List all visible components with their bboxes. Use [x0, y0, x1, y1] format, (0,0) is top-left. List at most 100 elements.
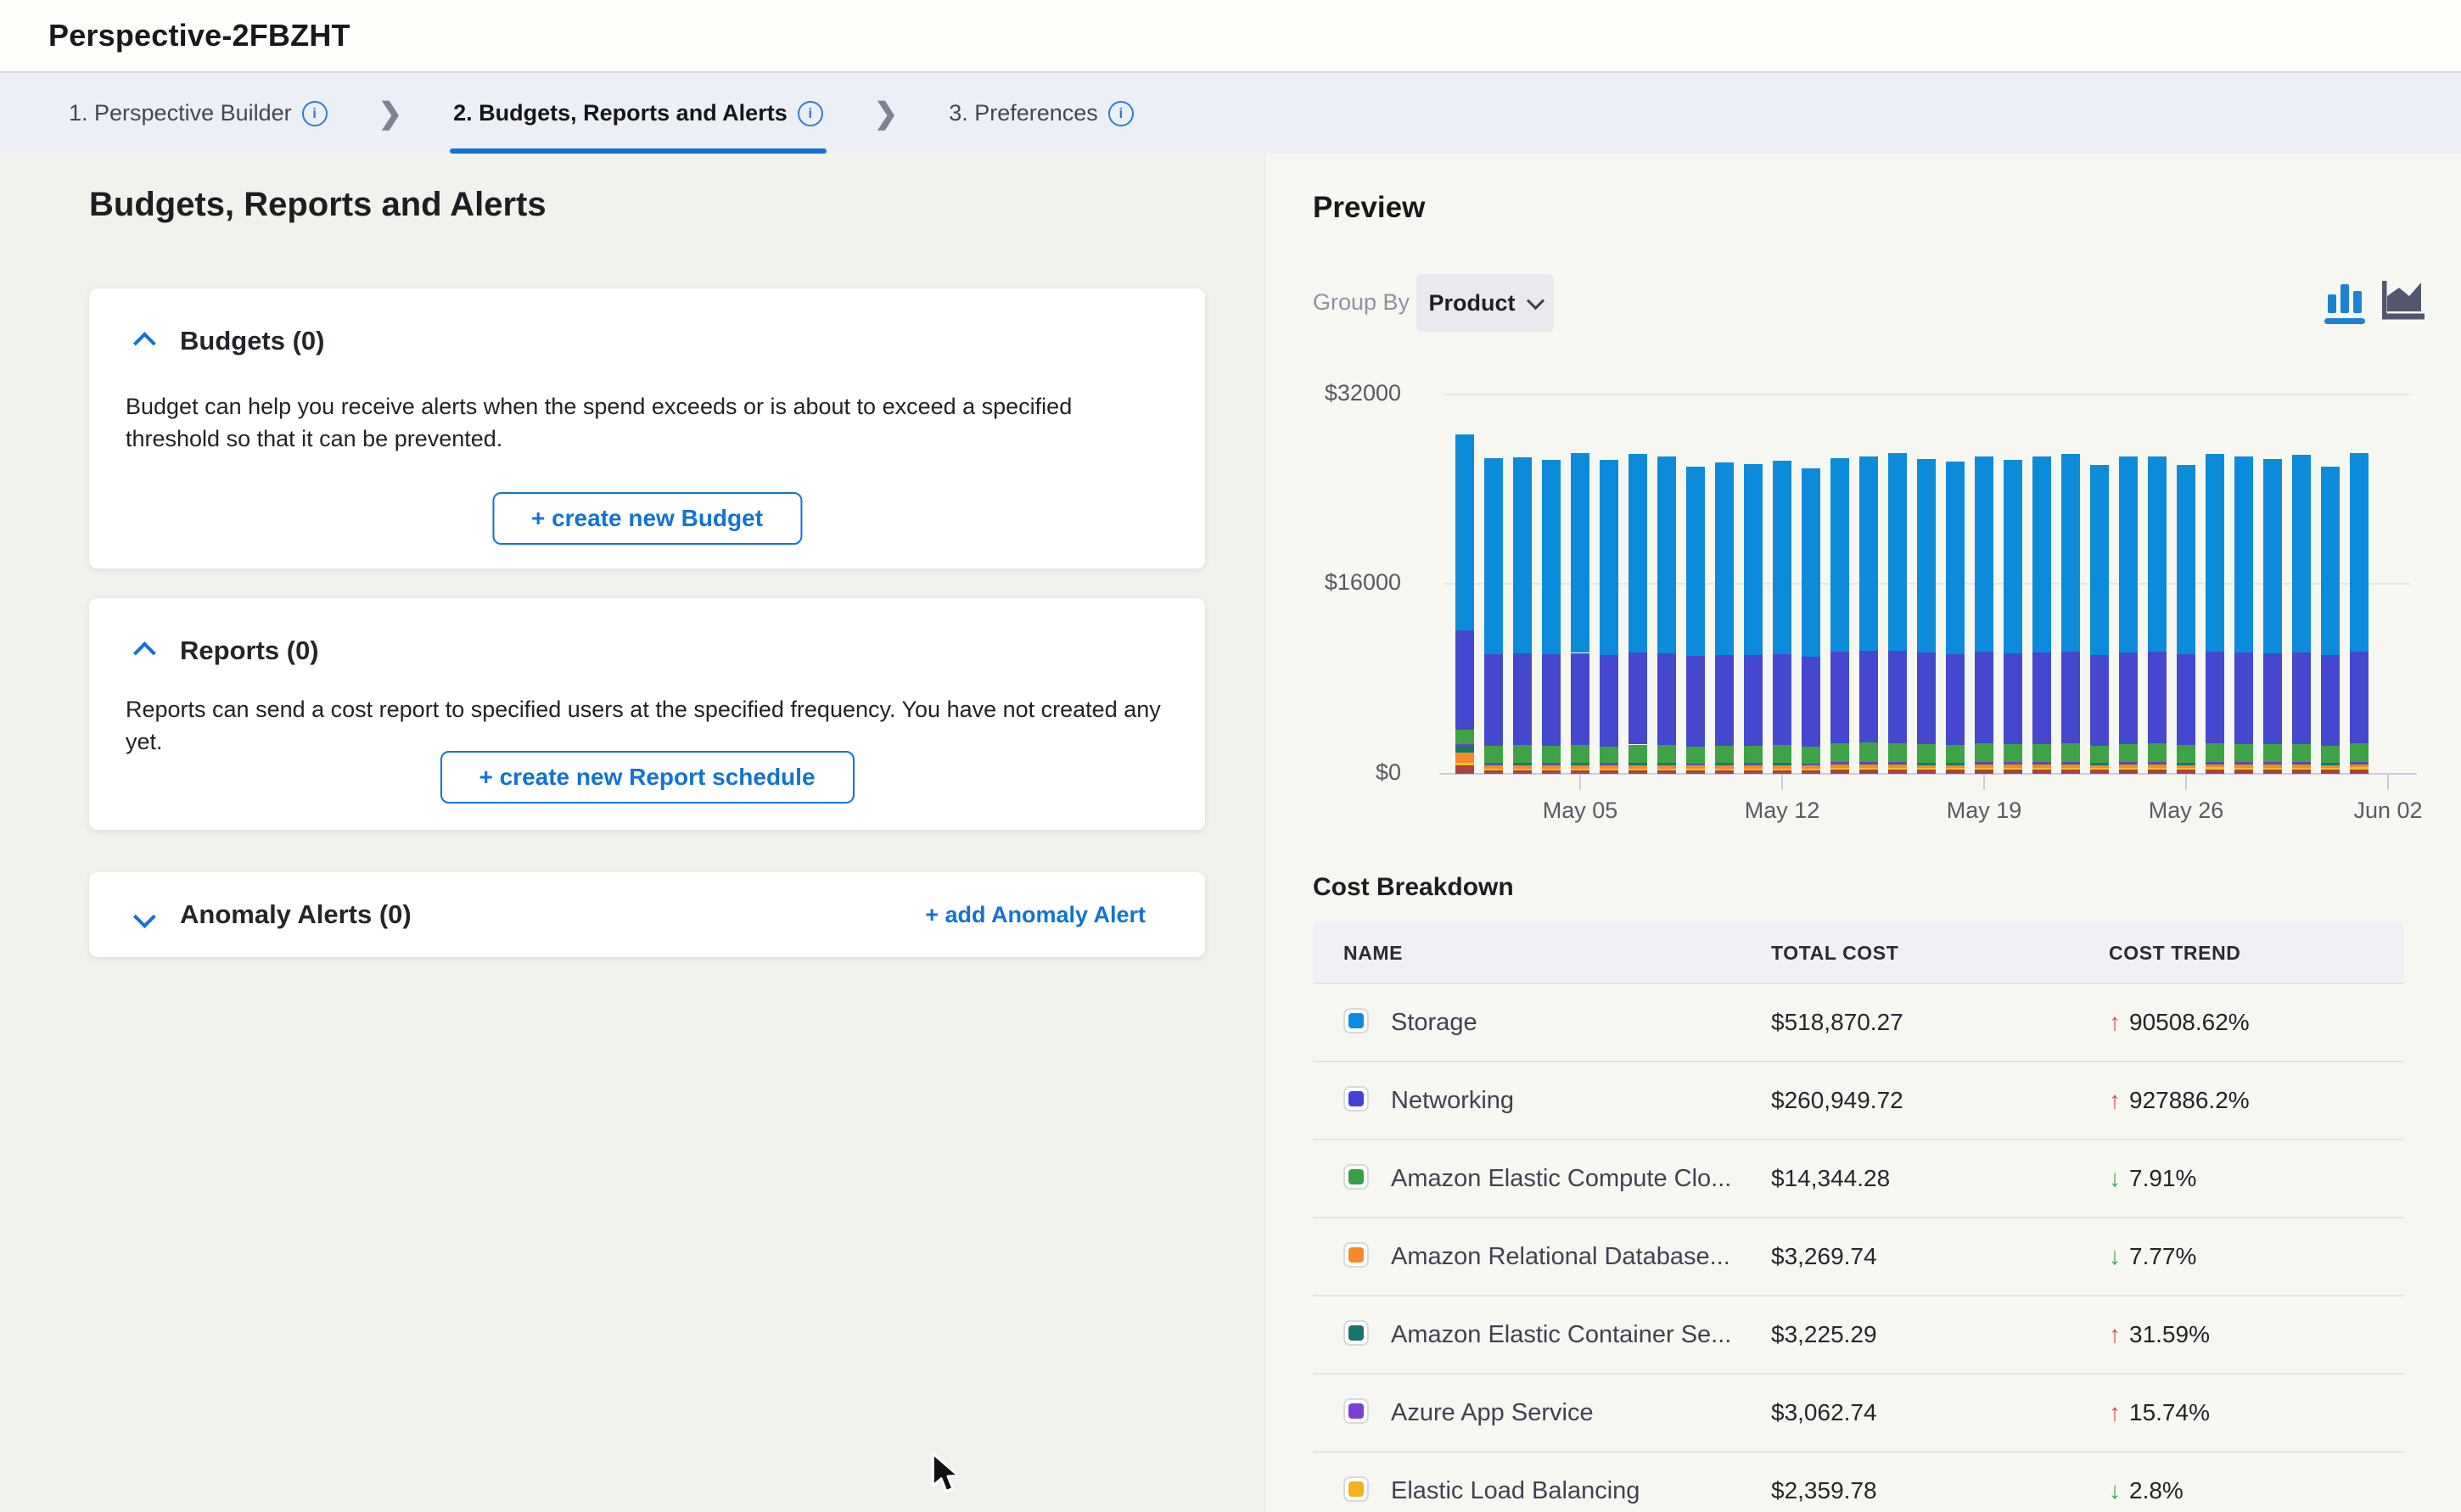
bar-segment — [1744, 769, 1763, 770]
bar-segment — [1859, 770, 1878, 774]
stacked-bars — [1444, 383, 2411, 774]
bar-segment — [1657, 770, 1676, 774]
bar-segment — [1744, 746, 1763, 763]
bar-segment — [2004, 764, 2022, 767]
chevron-down-icon[interactable] — [133, 905, 156, 928]
bar-segment — [1975, 456, 1993, 652]
bar-segment — [1975, 743, 1993, 762]
tab-preferences[interactable]: 3. Preferencesi — [949, 73, 1134, 154]
trend-value: 927886.2% — [2129, 1087, 2250, 1114]
y-axis-tick-label: $0 — [1274, 759, 1401, 786]
row-name: Azure App Service — [1391, 1399, 1594, 1427]
tab-label: 1. Perspective Builder — [69, 100, 292, 126]
bar-segment — [2148, 764, 2167, 768]
row-cost-trend: ↑15.74% — [2109, 1399, 2210, 1426]
bar-segment — [1975, 770, 1993, 774]
row-cost-trend: ↓7.91% — [2109, 1165, 2196, 1192]
bar-segment — [2090, 768, 2109, 770]
bar-segment — [1975, 764, 1993, 768]
bar-segment — [1773, 654, 1791, 746]
trend-up-arrow-icon: ↑ — [2109, 1399, 2121, 1426]
x-axis-tick — [1781, 775, 1783, 790]
bar-segment — [2177, 654, 2195, 745]
trend-value: 90508.62% — [2129, 1009, 2250, 1036]
bar-segment — [2234, 652, 2253, 744]
bar-segment — [2321, 763, 2340, 764]
info-icon[interactable]: i — [302, 101, 328, 126]
bar-segment — [1888, 743, 1907, 762]
info-icon[interactable]: i — [1108, 101, 1134, 126]
bar-segment — [1629, 770, 1647, 774]
table-row: Elastic Load Balancing$2,359.78↓2.8% — [1313, 1451, 2404, 1512]
bar-segment — [1571, 453, 1589, 652]
bar-segment — [2292, 455, 2311, 652]
tab-perspective-builder[interactable]: 1. Perspective Builder i — [69, 73, 328, 154]
table-header-row: NAMETOTAL COSTCOST TREND — [1313, 921, 2404, 983]
series-color-swatch — [1343, 1476, 1369, 1502]
mouse-cursor — [928, 1453, 964, 1497]
create-budget-button[interactable]: + create new Budget — [492, 492, 802, 545]
bar-segment — [1571, 653, 1589, 745]
bar-segment — [1830, 768, 1849, 770]
bar-segment — [1830, 652, 1849, 743]
info-icon[interactable]: i — [798, 101, 823, 126]
group-by-dropdown[interactable]: Product — [1416, 274, 1554, 332]
create-report-schedule-button[interactable]: + create new Report schedule — [440, 751, 854, 804]
bar-segment — [1542, 764, 1561, 766]
bar-segment — [2032, 762, 2051, 763]
bar-segment — [2350, 652, 2369, 743]
bar-segment — [2321, 746, 2340, 763]
table-row: Azure App Service$3,062.74↑15.74% — [1313, 1373, 2404, 1451]
bar-segment — [2234, 762, 2253, 763]
bar-segment — [1946, 745, 1965, 763]
page-title: Perspective-2FBZHT — [48, 18, 350, 53]
bar-segment — [1571, 745, 1589, 763]
bar-segment — [1484, 769, 1503, 770]
bar-segment — [1629, 763, 1647, 764]
x-axis-tick — [1983, 775, 1985, 790]
bar-segment — [2350, 762, 2369, 763]
bar-segment — [2292, 768, 2311, 770]
bar-segment — [1686, 770, 1705, 774]
bar-segment — [1686, 656, 1705, 747]
bar-segment — [1542, 654, 1561, 745]
bar-segment — [2119, 744, 2138, 762]
x-axis-tick — [2387, 775, 2389, 790]
series-color-swatch — [1343, 1320, 1369, 1346]
bar-segment — [1715, 765, 1734, 768]
bar-segment — [1542, 769, 1561, 770]
bar-segment — [1744, 764, 1763, 766]
bar-segment — [2206, 762, 2224, 763]
trend-value: 31.59% — [2129, 1321, 2210, 1348]
tab-budgets-reports-and-alerts[interactable]: 2. Budgets, Reports and Alertsi — [453, 73, 823, 154]
bar-segment — [1917, 459, 1936, 652]
bar-segment — [1657, 745, 1676, 763]
bar-segment — [2032, 652, 2051, 744]
bar-segment — [1773, 745, 1791, 763]
bar-segment — [1455, 746, 1474, 753]
x-axis-tick-label: May 19 — [1908, 798, 2060, 824]
bar-segment — [1686, 467, 1705, 656]
bar-segment — [1859, 456, 1878, 651]
row-name: Elastic Load Balancing — [1391, 1477, 1640, 1505]
bar-segment — [1830, 743, 1849, 762]
bar-segment — [1888, 768, 1907, 770]
bar-segment — [2032, 763, 2051, 764]
bar-segment — [1830, 764, 1849, 765]
bar-segment — [1830, 770, 1849, 774]
add-anomaly-alert-link[interactable]: + add Anomaly Alert — [925, 902, 1146, 928]
bar-segment — [2234, 764, 2253, 768]
series-color-swatch — [1343, 1398, 1369, 1424]
bar-segment — [2350, 743, 2369, 762]
bar-segment — [1484, 770, 1503, 774]
area-chart-icon[interactable] — [2382, 274, 2430, 328]
chevron-up-icon[interactable] — [133, 641, 156, 664]
bar-segment — [1946, 763, 1965, 764]
chevron-up-icon[interactable] — [133, 332, 156, 355]
bar-segment — [2177, 765, 2195, 768]
bar-segment — [1830, 458, 1849, 652]
x-axis-tick — [2185, 775, 2187, 790]
bar-chart-icon[interactable] — [2324, 274, 2369, 328]
row-total-cost: $518,870.27 — [1771, 1009, 1903, 1036]
bar-segment — [2061, 764, 2080, 768]
